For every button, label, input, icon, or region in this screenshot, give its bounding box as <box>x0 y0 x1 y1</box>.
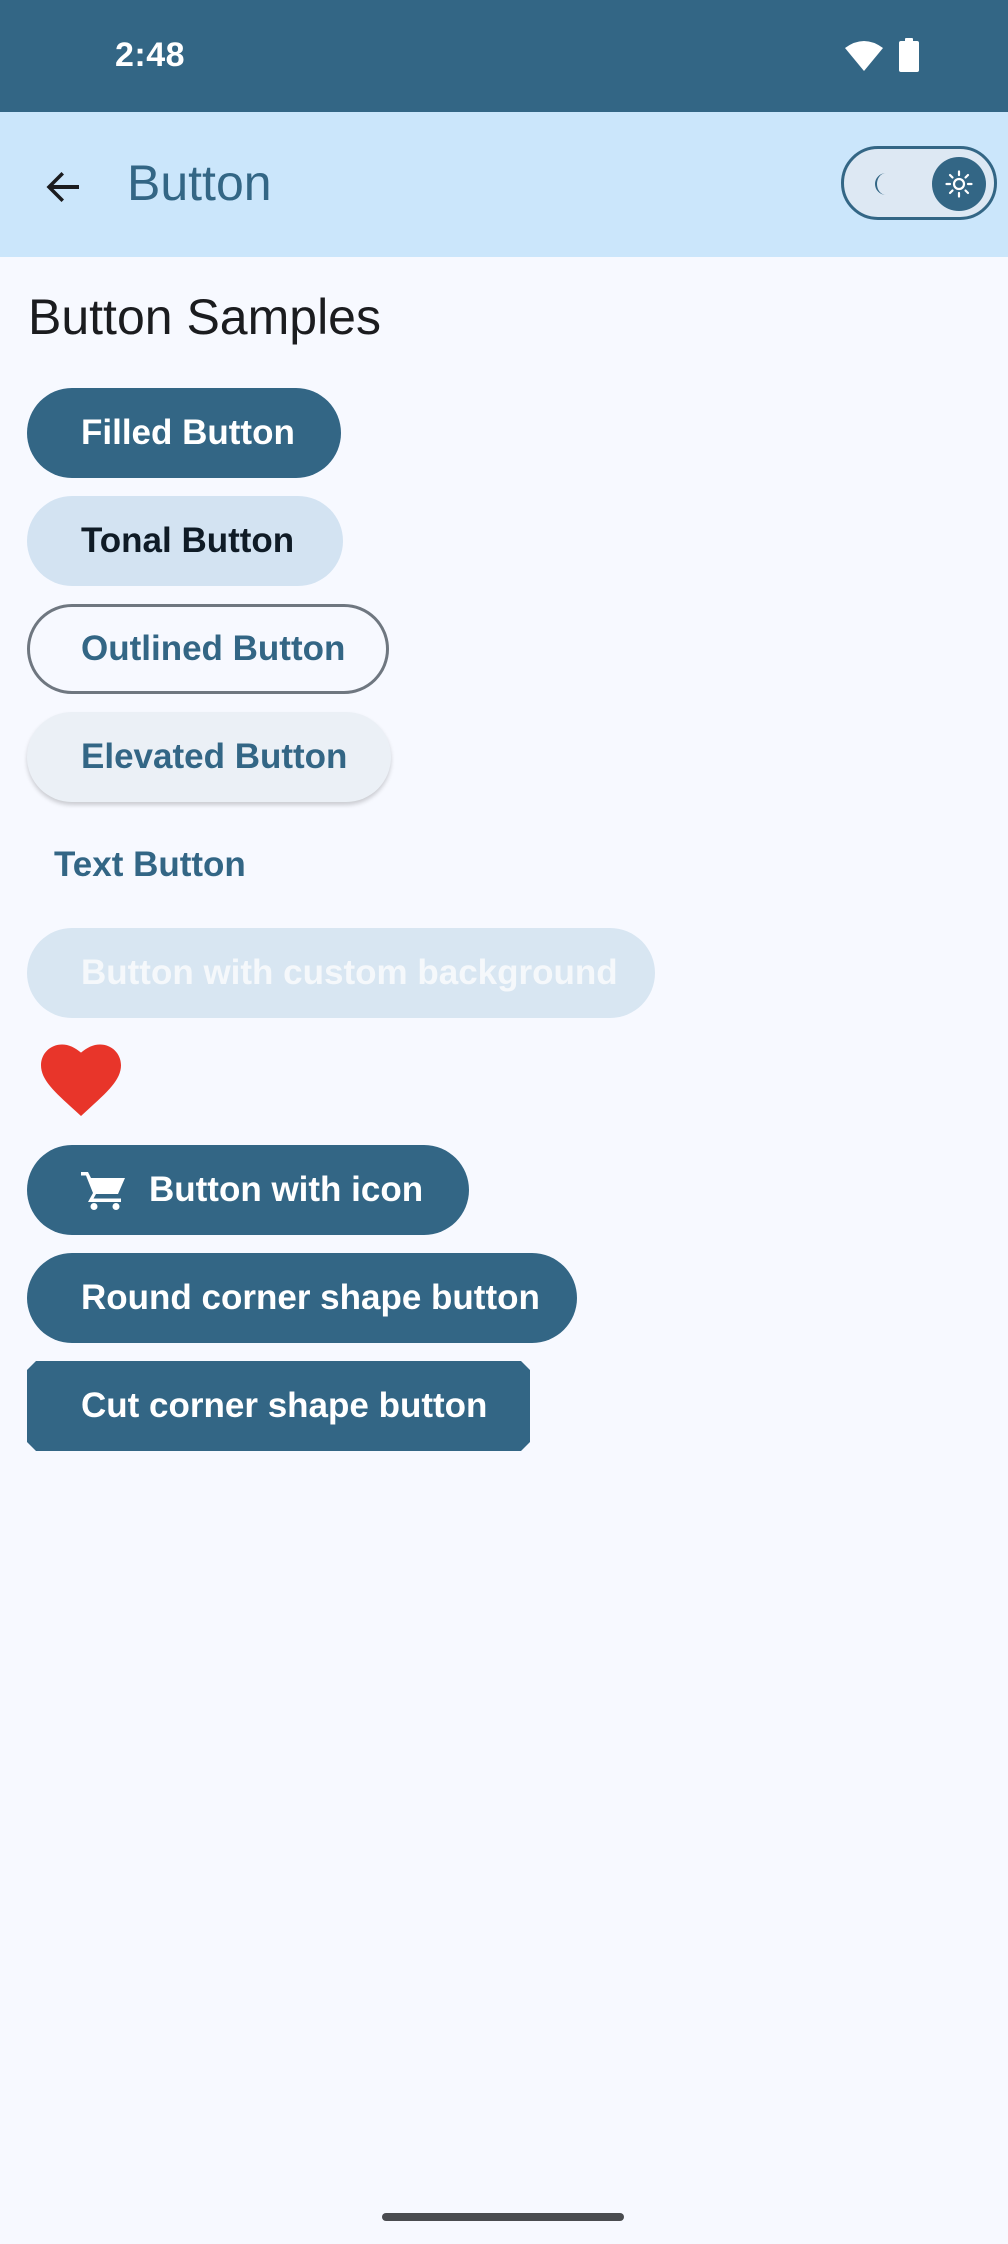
text-button-label: Text Button <box>54 845 246 884</box>
status-bar: 2:48 <box>0 0 1008 112</box>
sun-icon <box>945 170 973 198</box>
theme-toggle[interactable] <box>841 146 997 220</box>
cut-corner-button[interactable]: Cut corner shape button <box>27 1361 530 1451</box>
heart-icon[interactable] <box>40 1044 122 1118</box>
filled-button-label: Filled Button <box>81 413 295 452</box>
home-indicator[interactable] <box>382 2213 624 2221</box>
screen: 2:48 Button Button Samples Filled Button… <box>0 0 1008 2244</box>
top-app-bar: Button <box>0 112 1008 257</box>
moon-icon <box>875 173 886 195</box>
status-time: 2:48 <box>115 36 186 74</box>
toggle-knob <box>932 157 986 211</box>
battery-icon <box>899 38 919 72</box>
button-with-icon-label: Button with icon <box>149 1170 424 1209</box>
text-button[interactable]: Text Button <box>27 820 272 910</box>
outlined-button[interactable]: Outlined Button <box>27 604 389 694</box>
round-corner-button-label: Round corner shape button <box>81 1278 540 1317</box>
back-button[interactable] <box>28 152 98 222</box>
custom-background-button[interactable]: Button with custom background <box>27 928 655 1018</box>
arrow-back-icon <box>46 172 79 202</box>
round-corner-button[interactable]: Round corner shape button <box>27 1253 577 1343</box>
wifi-icon <box>845 41 883 71</box>
custom-background-button-label: Button with custom background <box>81 953 618 992</box>
outlined-button-label: Outlined Button <box>81 629 346 668</box>
tonal-button[interactable]: Tonal Button <box>27 496 343 586</box>
app-bar-title: Button <box>127 155 272 211</box>
button-with-icon[interactable]: Button with icon <box>27 1145 469 1235</box>
section-title: Button Samples <box>28 289 381 345</box>
elevated-button[interactable]: Elevated Button <box>27 712 391 802</box>
filled-button[interactable]: Filled Button <box>27 388 341 478</box>
tonal-button-label: Tonal Button <box>81 521 295 560</box>
shopping-cart-icon <box>81 1172 125 1210</box>
elevated-button-label: Elevated Button <box>81 737 348 776</box>
cut-corner-button-label: Cut corner shape button <box>81 1386 488 1425</box>
